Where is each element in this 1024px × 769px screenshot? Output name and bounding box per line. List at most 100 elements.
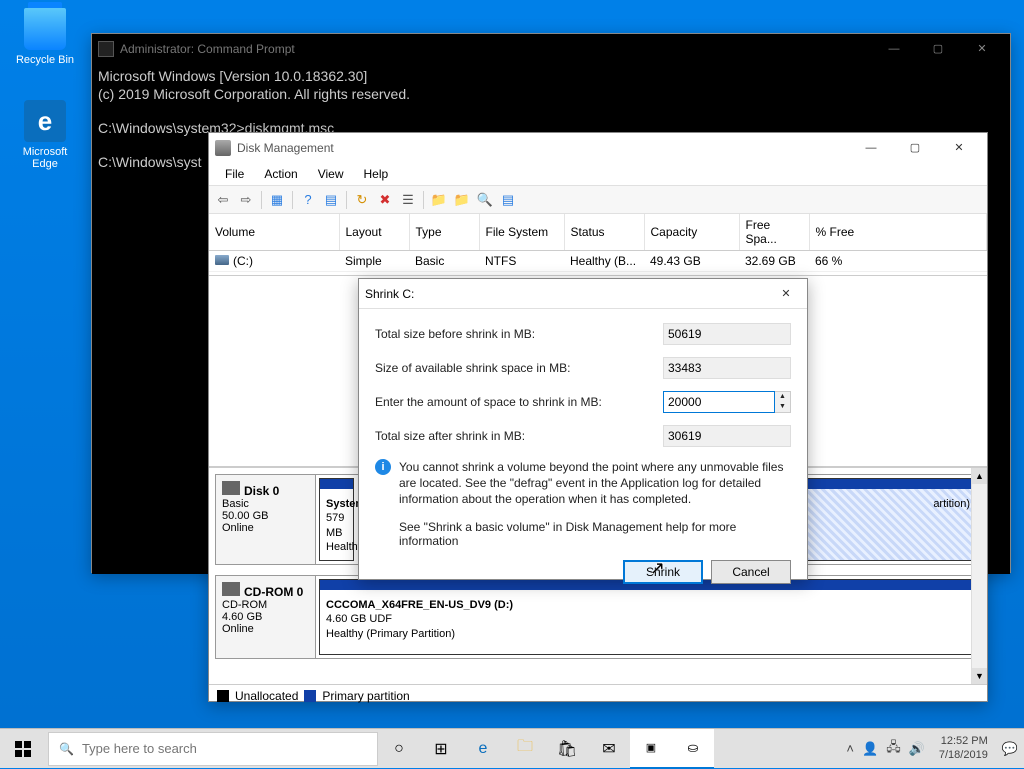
diskmgmt-titlebar[interactable]: Disk Management — ▢ ✕ [209,133,987,163]
diskmgmt-menubar: File Action View Help [209,163,987,186]
shrink-close-button[interactable]: ✕ [771,280,801,308]
col-free[interactable]: Free Spa... [739,214,809,251]
taskbar-search[interactable]: 🔍 [48,732,378,766]
menu-view[interactable]: View [308,165,354,183]
windows-logo-icon [15,741,31,757]
info-icon: i [375,459,391,475]
col-volume[interactable]: Volume [209,214,339,251]
table-row[interactable]: CCCOMA_X64FRE...SimpleBasicUDFHealthy (P… [209,272,987,277]
cmd-taskbar-button[interactable]: ▣ [630,729,672,769]
search-icon: 🔍 [59,742,74,756]
tray-notifications-icon[interactable]: 💬 [1002,741,1018,757]
menu-help[interactable]: Help [354,165,399,183]
shrink-title: Shrink C: [365,287,771,301]
command-prompt-titlebar[interactable]: Administrator: Command Prompt — ▢ ✕ [92,34,1010,64]
spinner-down-button[interactable]: ▼ [775,402,790,412]
label-avail: Size of available shrink space in MB: [375,361,663,375]
spinner-up-button[interactable]: ▲ [775,392,790,402]
disk-area-scrollbar[interactable]: ▲ ▼ [971,468,987,684]
toolbar-view-button[interactable]: ▦ [267,190,287,210]
search-input[interactable] [82,741,367,756]
toolbar-list-button[interactable]: ▤ [498,190,518,210]
taskbar: 🔍 ○ ⊞ e 🗀 🛍 ✉ ▣ ⛀ ˄ 👤 🖧 🔊 12:52 PM 7/18/… [0,728,1024,768]
cmd-icon [98,41,114,57]
toolbar-separator [423,191,424,209]
tray-clock[interactable]: 12:52 PM 7/18/2019 [933,735,994,761]
desktop-recycle-bin[interactable]: Recycle Bin [10,8,80,66]
toolbar-forward-button[interactable]: ⇨ [236,190,256,210]
diskmgmt-icon [215,140,231,156]
diskmgmt-taskbar-button[interactable]: ⛀ [672,729,714,769]
field-total-after [663,425,791,447]
desktop-edge[interactable]: e Microsoft Edge [10,100,80,170]
cmd-close-button[interactable]: ✕ [960,35,1004,63]
explorer-taskbar-button[interactable]: 🗀 [504,729,546,769]
toolbar-separator [261,191,262,209]
recycle-bin-label: Recycle Bin [10,54,80,66]
shrink-button[interactable]: Shrink [623,560,703,584]
edge-icon: e [24,100,66,142]
command-prompt-title: Administrator: Command Prompt [120,42,872,56]
store-taskbar-button[interactable]: 🛍 [546,729,588,769]
col-layout[interactable]: Layout [339,214,409,251]
diskmgmt-toolbar: ⇦ ⇨ ▦ ? ▤ ↻ ✖ ☰ 📁 📁 🔍 ▤ [209,186,987,214]
col-pct[interactable]: % Free [809,214,987,251]
tray-chevron-icon[interactable]: ˄ [846,741,854,756]
toolbar-refresh-button[interactable]: ↻ [352,190,372,210]
field-avail [663,357,791,379]
toolbar-search-button[interactable]: 🔍 [475,190,495,210]
diskmgmt-close-button[interactable]: ✕ [937,134,981,162]
field-enter-amount[interactable] [663,391,775,413]
tray-volume-icon[interactable]: 🔊 [909,741,925,757]
mail-taskbar-button[interactable]: ✉ [588,729,630,769]
scroll-down-button[interactable]: ▼ [972,668,987,684]
toolbar-separator [292,191,293,209]
legend-primary: Primary partition [322,689,409,703]
cancel-button[interactable]: Cancel [711,560,791,584]
start-button[interactable] [0,729,46,769]
field-total-before [663,323,791,345]
diskmgmt-minimize-button[interactable]: — [849,134,893,162]
toolbar-folder-button[interactable]: 📁 [452,190,472,210]
table-row[interactable]: (C:)SimpleBasicNTFSHealthy (B...49.43 GB… [209,251,987,272]
col-type[interactable]: Type [409,214,479,251]
toolbar-delete-button[interactable]: ✖ [375,190,395,210]
shrink-titlebar[interactable]: Shrink C: ✕ [359,279,807,309]
toolbar-back-button[interactable]: ⇦ [213,190,233,210]
diskmgmt-title: Disk Management [237,141,849,155]
menu-action[interactable]: Action [254,165,307,183]
diskmgmt-maximize-button[interactable]: ▢ [893,134,937,162]
col-capacity[interactable]: Capacity [644,214,739,251]
system-tray: ˄ 👤 🖧 🔊 12:52 PM 7/18/2019 💬 [840,735,1024,761]
legend-unallocated-swatch [217,690,229,702]
label-enter-amount: Enter the amount of space to shrink in M… [375,395,663,409]
legend-unallocated: Unallocated [235,689,298,703]
legend-primary-swatch [304,690,316,702]
col-fs[interactable]: File System [479,214,564,251]
tray-people-icon[interactable]: 👤 [862,741,878,757]
toolbar-properties-button[interactable]: ▤ [321,190,341,210]
col-status[interactable]: Status [564,214,644,251]
label-total-before: Total size before shrink in MB: [375,327,663,341]
volume-table: Volume Layout Type File System Status Ca… [209,214,987,276]
cdrom-icon [222,582,240,596]
tray-network-icon[interactable]: 🖧 [886,738,901,760]
cortana-button[interactable]: ○ [378,729,420,769]
taskview-button[interactable]: ⊞ [420,729,462,769]
cmd-maximize-button[interactable]: ▢ [916,35,960,63]
recycle-bin-icon [24,8,66,50]
cdrom-0-label: CD-ROM 0 CD-ROM 4.60 GB Online [216,576,316,658]
edge-taskbar-button[interactable]: e [462,729,504,769]
disk-0-label: Disk 0 Basic 50.00 GB Online [216,475,316,564]
scroll-up-button[interactable]: ▲ [972,468,987,484]
shrink-help-text: See "Shrink a basic volume" in Disk Mana… [399,520,791,548]
label-total-after: Total size after shrink in MB: [375,429,663,443]
toolbar-folder-up-button[interactable]: 📁 [429,190,449,210]
enter-amount-spinner[interactable]: ▲ ▼ [775,391,791,413]
toolbar-settings-button[interactable]: ☰ [398,190,418,210]
disk-legend: Unallocated Primary partition [209,684,987,707]
cmd-minimize-button[interactable]: — [872,35,916,63]
toolbar-help-button[interactable]: ? [298,190,318,210]
partition-system-reserved[interactable]: System 579 MB Healthy [319,478,354,561]
menu-file[interactable]: File [215,165,254,183]
